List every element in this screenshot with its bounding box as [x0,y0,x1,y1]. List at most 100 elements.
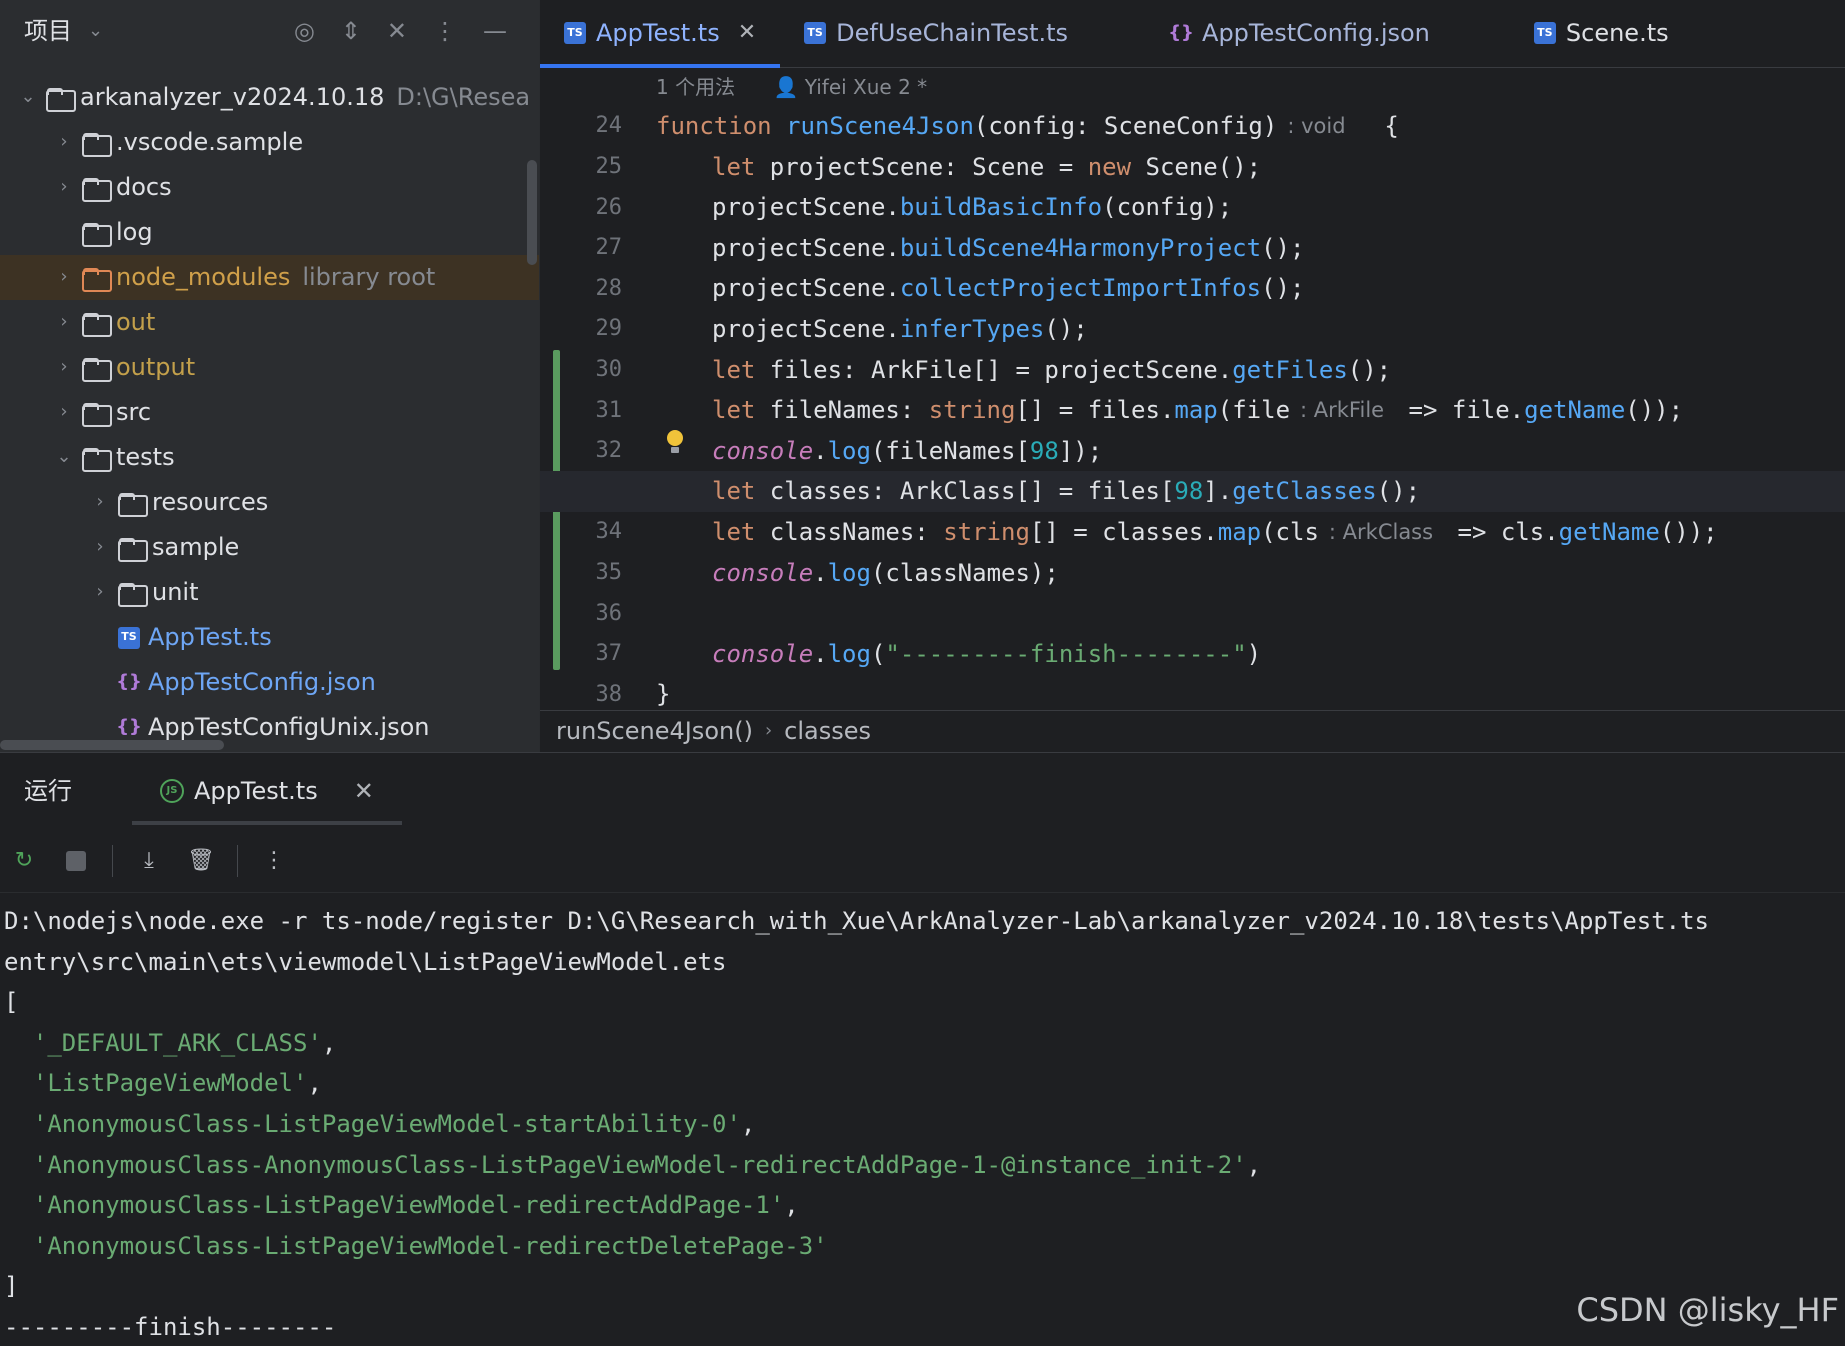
tree-item-resources[interactable]: › resources [0,480,539,525]
tree-item-unit[interactable]: › unit [0,570,539,615]
console-string: 'ListPageViewModel' [32,1069,308,1098]
token-text: ()); [1625,396,1684,425]
line-number: 27 [595,235,623,261]
breadcrumb-item-function[interactable]: runScene4Json() [556,715,753,747]
tab-scene-ts[interactable]: TS Scene.ts [1510,0,1693,67]
library-root-label: library root [302,263,436,292]
top-area: 项目 ⌄ ◎ ⇕ ✕ ⋮ — ⌄ arkanalyzer_v2024.10.18… [0,0,1845,752]
token-text: (); [1044,315,1088,344]
token-function: getName [1558,518,1660,547]
scroll-to-end-icon[interactable]: ⤓ [133,845,165,877]
token-text: (); [1261,233,1305,262]
expand-all-icon[interactable]: ⇕ [341,15,361,47]
console-string: 'AnonymousClass-ListPageViewModel-startA… [32,1110,741,1139]
chevron-right-icon[interactable]: › [52,265,76,289]
chevron-down-icon[interactable]: ⌄ [16,85,40,109]
chevron-right-icon[interactable]: › [88,535,112,559]
token-text: ]. [1203,477,1233,506]
code-line: let classNames: string[] = classes. map (c… [656,512,1845,553]
console-line: ] [4,1272,19,1301]
chevron-right-icon[interactable]: › [88,580,112,604]
breadcrumb-item-variable[interactable]: classes [784,715,871,747]
sidebar-horizontal-scrollbar[interactable] [0,740,224,750]
token-keyword: let [712,518,756,547]
sidebar-title[interactable]: 项目 [24,15,72,47]
more-options-icon[interactable]: ⋮ [258,845,290,877]
json-file-icon: {} [116,671,142,693]
tree-item-label: AppTestConfigUnix.json [148,713,430,742]
stop-icon[interactable] [60,845,92,877]
collapse-all-icon[interactable]: ✕ [387,15,407,47]
tree-item-src[interactable]: › src [0,390,539,435]
code-line: console. log("---------finish--------") [656,634,1845,675]
close-icon[interactable]: ✕ [738,18,756,48]
token-keyword: string [943,518,1030,547]
token-function: getFiles [1232,355,1348,384]
trash-icon[interactable]: 🗑 [185,845,217,877]
token-text: (); [1261,274,1305,303]
rerun-icon[interactable]: ↻ [8,845,40,877]
tree-item-out[interactable]: › out [0,300,539,345]
tree-item-docs[interactable]: › docs [0,165,539,210]
tab-defusechaintest-ts[interactable]: TS DefUseChainTest.ts [780,0,1092,67]
chevron-down-icon[interactable]: ⌄ [52,445,76,469]
tree-item-apptestconfig-json[interactable]: {} AppTestConfig.json [0,660,539,705]
author-hint[interactable]: 👤 Yifei Xue 2 * [773,75,927,99]
inlay-type-hint: : ArkFile [1300,398,1385,423]
tree-item-node-modules[interactable]: › node_modules library root [0,255,539,300]
tab-apptestconfig-json[interactable]: {} AppTestConfig.json [1146,0,1454,67]
code-line: let files: ArkFile[] = projectScene. getF… [656,350,1845,391]
token-text: projectScene. [712,315,900,344]
chevron-right-icon[interactable]: › [52,400,76,424]
tree-item-label: .vscode.sample [116,128,304,157]
code-area[interactable]: 1 个用法 👤 Yifei Xue 2 * 24 25 26 27 28 29 … [540,68,1845,710]
console-line: '_DEFAULT_ARK_CLASS', [4,1023,1845,1064]
console-line: 'AnonymousClass-AnonymousClass-ListPageV… [4,1145,1845,1186]
inlay-usage-hint[interactable]: 1 个用法 👤 Yifei Xue 2 * [656,74,927,101]
tree-item-root[interactable]: ⌄ arkanalyzer_v2024.10.18 D:\G\Resea [0,75,539,120]
chevron-right-icon[interactable]: › [52,175,76,199]
console-output[interactable]: D:\nodejs\node.exe -r ts-node/register D… [0,901,1845,1346]
tree-item-output[interactable]: › output [0,345,539,390]
chevron-down-icon[interactable]: ⌄ [88,19,103,43]
token-text: } [656,680,671,709]
chevron-right-icon[interactable]: › [52,310,76,334]
console-line: D:\nodejs\node.exe -r ts-node/register D… [4,907,1710,936]
code-line: console. log (fileNames[98]); [656,431,1845,472]
console-line: [ [4,988,19,1017]
chevron-right-icon[interactable]: › [52,355,76,379]
inlay-type-hint: : void [1287,114,1346,139]
locate-icon[interactable]: ◎ [294,15,315,47]
token-function: log [827,639,871,668]
sidebar-vertical-scrollbar[interactable] [527,160,537,265]
token-text: ()); [1659,518,1718,547]
user-icon: 👤 [773,75,799,99]
code-line: projectScene. inferTypes (); [656,309,1845,350]
tree-item-apptest-ts[interactable]: TS AppTest.ts [0,615,539,660]
usage-count[interactable]: 1 个用法 [656,75,735,99]
chevron-right-icon[interactable]: › [52,130,76,154]
minimize-icon[interactable]: — [483,15,507,47]
tree-item-label: tests [116,443,175,472]
run-tab-apptest[interactable]: JS AppTest.ts ✕ [132,753,402,829]
chevron-right-icon[interactable]: › [88,490,112,514]
tree-item-sample[interactable]: › sample [0,525,539,570]
tree-item-label: unit [152,578,199,607]
tree-item-vscode-sample[interactable]: › .vscode.sample [0,120,539,165]
code-line: console. log (classNames); [656,553,1845,594]
token-text: (fileNames[ [870,436,1030,465]
project-tree: ⌄ arkanalyzer_v2024.10.18 D:\G\Resea › .… [0,75,539,750]
tab-apptest-ts[interactable]: TS AppTest.ts ✕ [540,0,781,68]
code-line: let projectScene: Scene = new Scene(); [656,147,1845,188]
token-text: (config); [1102,193,1233,222]
run-panel-title: 运行 [24,776,72,805]
more-options-icon[interactable]: ⋮ [433,15,457,47]
token-text: projectScene. [712,233,900,262]
console-line: 'AnonymousClass-ListPageViewModel-redire… [4,1185,1845,1226]
breadcrumb: runScene4Json() › classes [540,710,1845,752]
tree-item-tests[interactable]: ⌄ tests [0,435,539,480]
tree-item-log[interactable]: log [0,210,539,255]
sidebar-header: 项目 ⌄ ◎ ⇕ ✕ ⋮ — [0,0,539,62]
token-keyword: let [712,477,756,506]
close-icon[interactable]: ✕ [354,775,374,807]
